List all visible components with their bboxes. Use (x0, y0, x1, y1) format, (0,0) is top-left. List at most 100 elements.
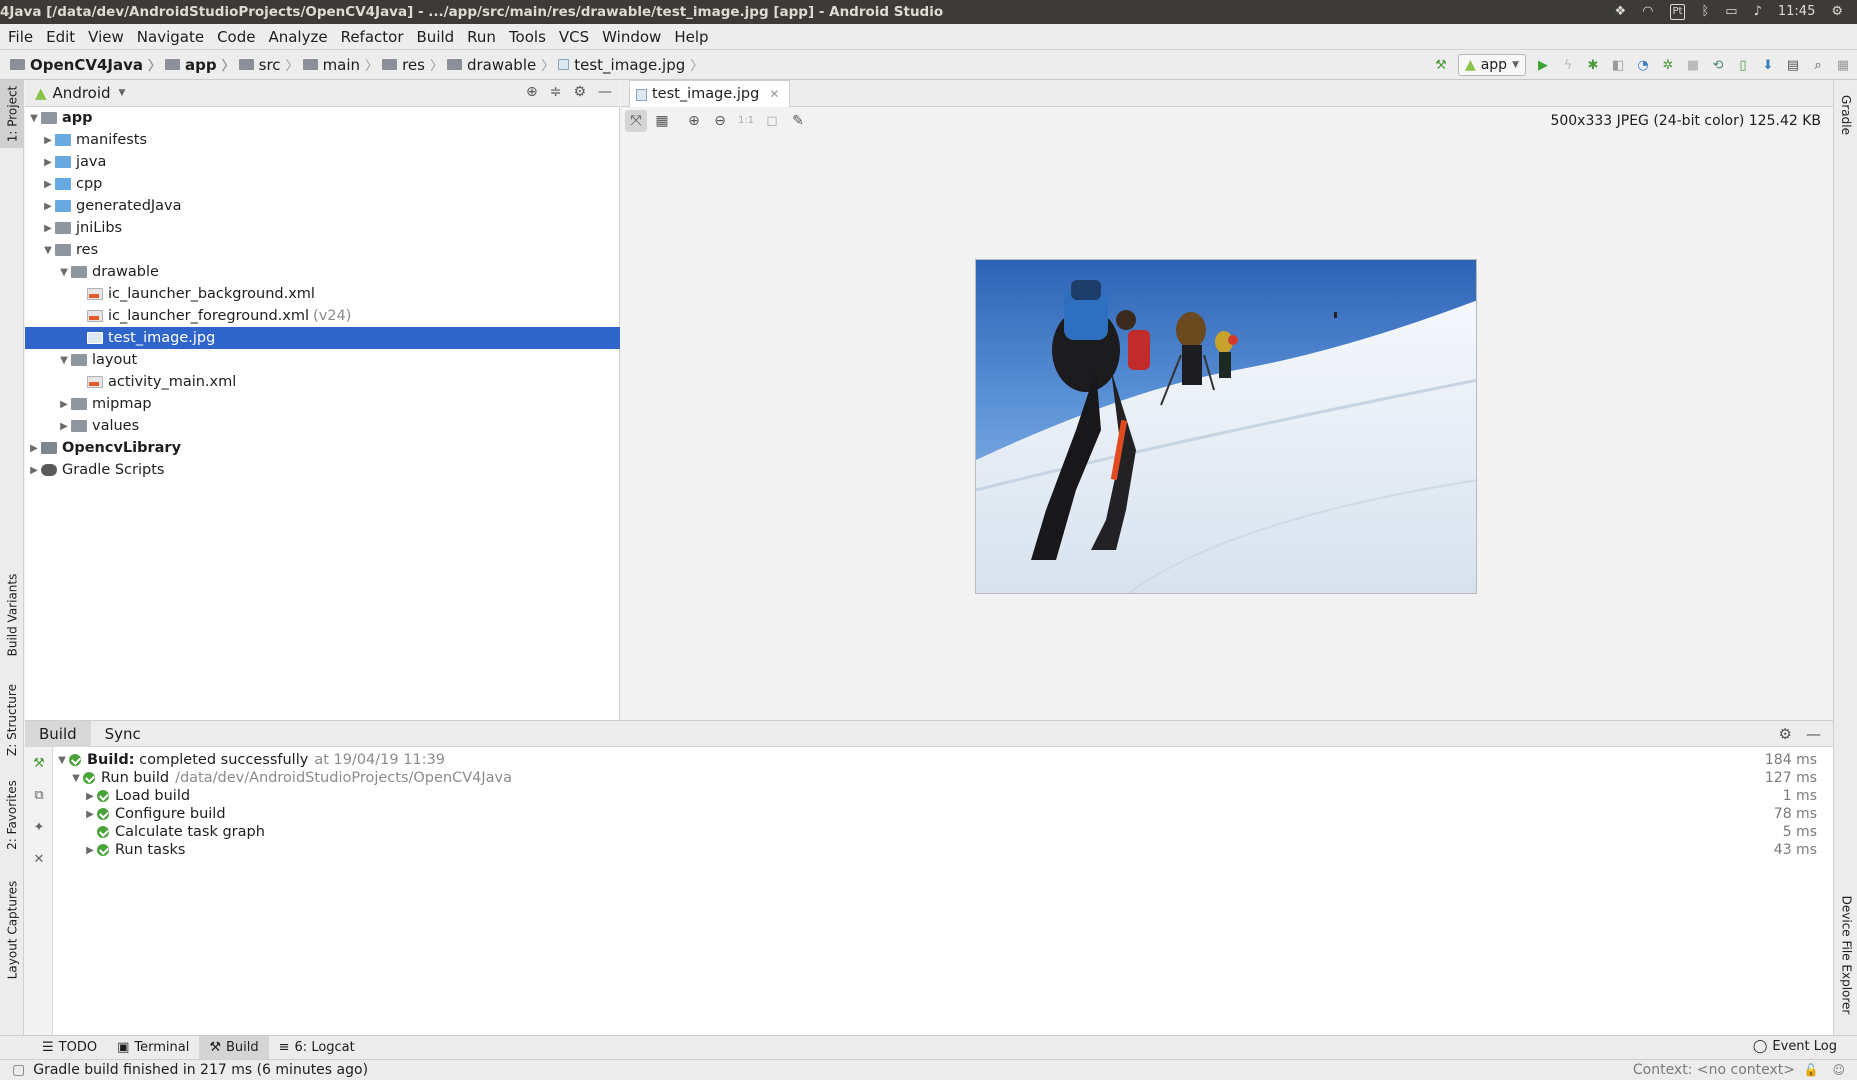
tab-layout-captures[interactable]: Layout Captures (0, 870, 24, 990)
tree-item-ic-launcher-foreground[interactable]: ic_launcher_foreground.xml (v24) (25, 305, 620, 327)
make-project-hammer-icon[interactable]: ⚒ (1433, 57, 1449, 73)
tool-event-log[interactable]: ◯ Event Log (1753, 1039, 1837, 1054)
volume-icon[interactable]: ♪ (1754, 0, 1762, 24)
tree-item-mipmap[interactable]: ▶ mipmap (25, 393, 620, 415)
tab-gradle[interactable]: Gradle (1834, 80, 1857, 150)
tab-project[interactable]: 1: Project (0, 80, 24, 148)
hide-panel-icon[interactable]: — (598, 84, 612, 100)
chevron-right-icon[interactable]: ▶ (27, 465, 41, 476)
tree-item-jnilibs[interactable]: ▶ jniLibs (25, 217, 620, 239)
tool-todo[interactable]: ☰ TODO (32, 1036, 107, 1059)
close-icon[interactable]: ✕ (25, 843, 53, 875)
battery-icon[interactable]: ▭ (1725, 0, 1737, 24)
dropbox-icon[interactable]: ❖ (1615, 0, 1627, 24)
breadcrumb-project[interactable]: OpenCV4Java 〉 (10, 55, 161, 74)
tree-item-cpp[interactable]: ▶ cpp (25, 173, 620, 195)
chevron-down-icon[interactable]: ▼ (41, 245, 55, 256)
sdk-manager-icon[interactable]: ⬇ (1760, 57, 1776, 73)
run-play-icon[interactable]: ▶ (1535, 57, 1551, 73)
breadcrumb-main[interactable]: main 〉 (302, 55, 378, 74)
build-row-summary[interactable]: ▼ Build: completed successfully at 19/04/1… (53, 751, 1833, 769)
hide-panel-icon[interactable]: — (1806, 725, 1821, 743)
zoom-to-fit-icon[interactable]: ⤧ (625, 109, 647, 132)
stop-icon[interactable]: ■ (1685, 57, 1701, 73)
chevron-down-icon[interactable]: ▼ (69, 773, 83, 784)
toggle-view-icon[interactable]: ⧉ (25, 779, 53, 811)
bluetooth-icon[interactable]: ᛒ (1701, 0, 1709, 24)
tree-item-opencvlibrary[interactable]: ▶ OpencvLibrary (25, 437, 620, 459)
tree-item-activity-main[interactable]: activity_main.xml (25, 371, 620, 393)
fit-window-icon[interactable]: ◻ (761, 110, 783, 132)
tree-item-ic-launcher-background[interactable]: ic_launcher_background.xml (25, 283, 620, 305)
tree-item-generatedjava[interactable]: ▶ generatedJava (25, 195, 620, 217)
chevron-down-icon[interactable]: ▼ (57, 355, 71, 366)
tree-item-gradle-scripts[interactable]: ▶ Gradle Scripts (25, 459, 620, 481)
breadcrumb-file[interactable]: test_image.jpg 〉 (558, 55, 703, 74)
chevron-right-icon[interactable]: ▶ (41, 179, 55, 190)
menu-edit[interactable]: Edit (46, 28, 75, 46)
tab-device-file-explorer[interactable]: Device File Explorer (1834, 880, 1857, 1030)
sync-gradle-icon[interactable]: ⟲ (1710, 57, 1726, 73)
menu-run[interactable]: Run (467, 28, 496, 46)
chevron-right-icon[interactable]: ▶ (41, 157, 55, 168)
toggle-tool-windows-icon[interactable]: ▢ (12, 1062, 25, 1078)
tab-structure[interactable]: Z: Structure (0, 680, 24, 760)
tree-item-layout[interactable]: ▼ layout (25, 349, 620, 371)
color-picker-icon[interactable]: ✎ (787, 110, 809, 132)
clock[interactable]: 11:45 (1778, 0, 1815, 24)
tree-item-drawable[interactable]: ▼ drawable (25, 261, 620, 283)
rebuild-hammer-icon[interactable]: ⚒ (25, 747, 53, 779)
chevron-right-icon[interactable]: ▶ (57, 421, 71, 432)
chevron-right-icon[interactable]: ▶ (41, 135, 55, 146)
tree-item-app[interactable]: ▼ app (25, 107, 620, 129)
chevron-right-icon[interactable]: ▶ (83, 845, 97, 856)
lock-icon[interactable]: 🔓 (1804, 1063, 1819, 1077)
gear-icon[interactable]: ⚙ (573, 84, 586, 100)
chevron-right-icon[interactable]: ▶ (41, 201, 55, 212)
breadcrumb-app[interactable]: app 〉 (165, 55, 235, 74)
chevron-right-icon[interactable]: ▶ (41, 223, 55, 234)
chevron-right-icon[interactable]: ▶ (83, 809, 97, 820)
locate-file-icon[interactable]: ⊕ (526, 84, 538, 100)
menu-tools[interactable]: Tools (509, 28, 546, 46)
breadcrumb-res[interactable]: res 〉 (382, 55, 443, 74)
build-row-configure-build[interactable]: ▶ Configure build 78 ms (53, 805, 1833, 823)
tree-item-values[interactable]: ▶ values (25, 415, 620, 437)
pin-icon[interactable]: ✦ (25, 811, 53, 843)
avd-manager-icon[interactable]: ▯ (1735, 57, 1751, 73)
keyboard-layout-indicator[interactable]: Pt (1669, 4, 1686, 20)
editor-tab-test-image[interactable]: test_image.jpg ✕ (629, 80, 791, 107)
profile-icon[interactable]: ◔ (1635, 57, 1651, 73)
collapse-all-icon[interactable]: ≑ (550, 84, 562, 100)
tab-favorites[interactable]: 2: Favorites (0, 770, 24, 860)
menu-code[interactable]: Code (217, 28, 255, 46)
chevron-right-icon[interactable]: ▶ (57, 399, 71, 410)
chevron-down-icon[interactable]: ▼ (119, 88, 126, 98)
status-context[interactable]: Context: <no context> (1633, 1062, 1795, 1078)
zoom-in-icon[interactable]: ⊕ (683, 110, 705, 132)
inspector-icon[interactable]: ☺ (1832, 1063, 1845, 1077)
menu-window[interactable]: Window (602, 28, 661, 46)
menu-build[interactable]: Build (417, 28, 455, 46)
tool-logcat[interactable]: ≡ 6: Logcat (269, 1036, 365, 1059)
zoom-out-icon[interactable]: ⊖ (709, 110, 731, 132)
settings-gear-icon[interactable]: ⚙ (1831, 0, 1843, 24)
chevron-right-icon[interactable]: ▶ (27, 443, 41, 454)
tree-item-manifests[interactable]: ▶ manifests (25, 129, 620, 151)
attach-debugger-icon[interactable]: ✲ (1660, 57, 1676, 73)
wifi-icon[interactable]: ◠ (1642, 0, 1653, 24)
debug-bug-icon[interactable]: ✱ (1585, 57, 1601, 73)
build-row-run-tasks[interactable]: ▶ Run tasks 43 ms (53, 841, 1833, 859)
tree-item-test-image[interactable]: test_image.jpg (25, 327, 620, 349)
chevron-down-icon[interactable]: ▼ (27, 113, 41, 124)
gear-icon[interactable]: ⚙ (1779, 725, 1792, 743)
tool-terminal[interactable]: ▣ Terminal (107, 1036, 199, 1059)
chevron-down-icon[interactable]: ▼ (55, 755, 69, 766)
build-row-load-build[interactable]: ▶ Load build 1 ms (53, 787, 1833, 805)
tool-build[interactable]: ⚒ Build (199, 1036, 269, 1059)
coverage-icon[interactable]: ◧ (1610, 57, 1626, 73)
tab-build-output[interactable]: Build (25, 720, 91, 747)
apply-changes-icon[interactable]: ϟ (1560, 57, 1576, 73)
menu-file[interactable]: File (8, 28, 33, 46)
toggle-grid-icon[interactable]: ▦ (651, 110, 673, 132)
